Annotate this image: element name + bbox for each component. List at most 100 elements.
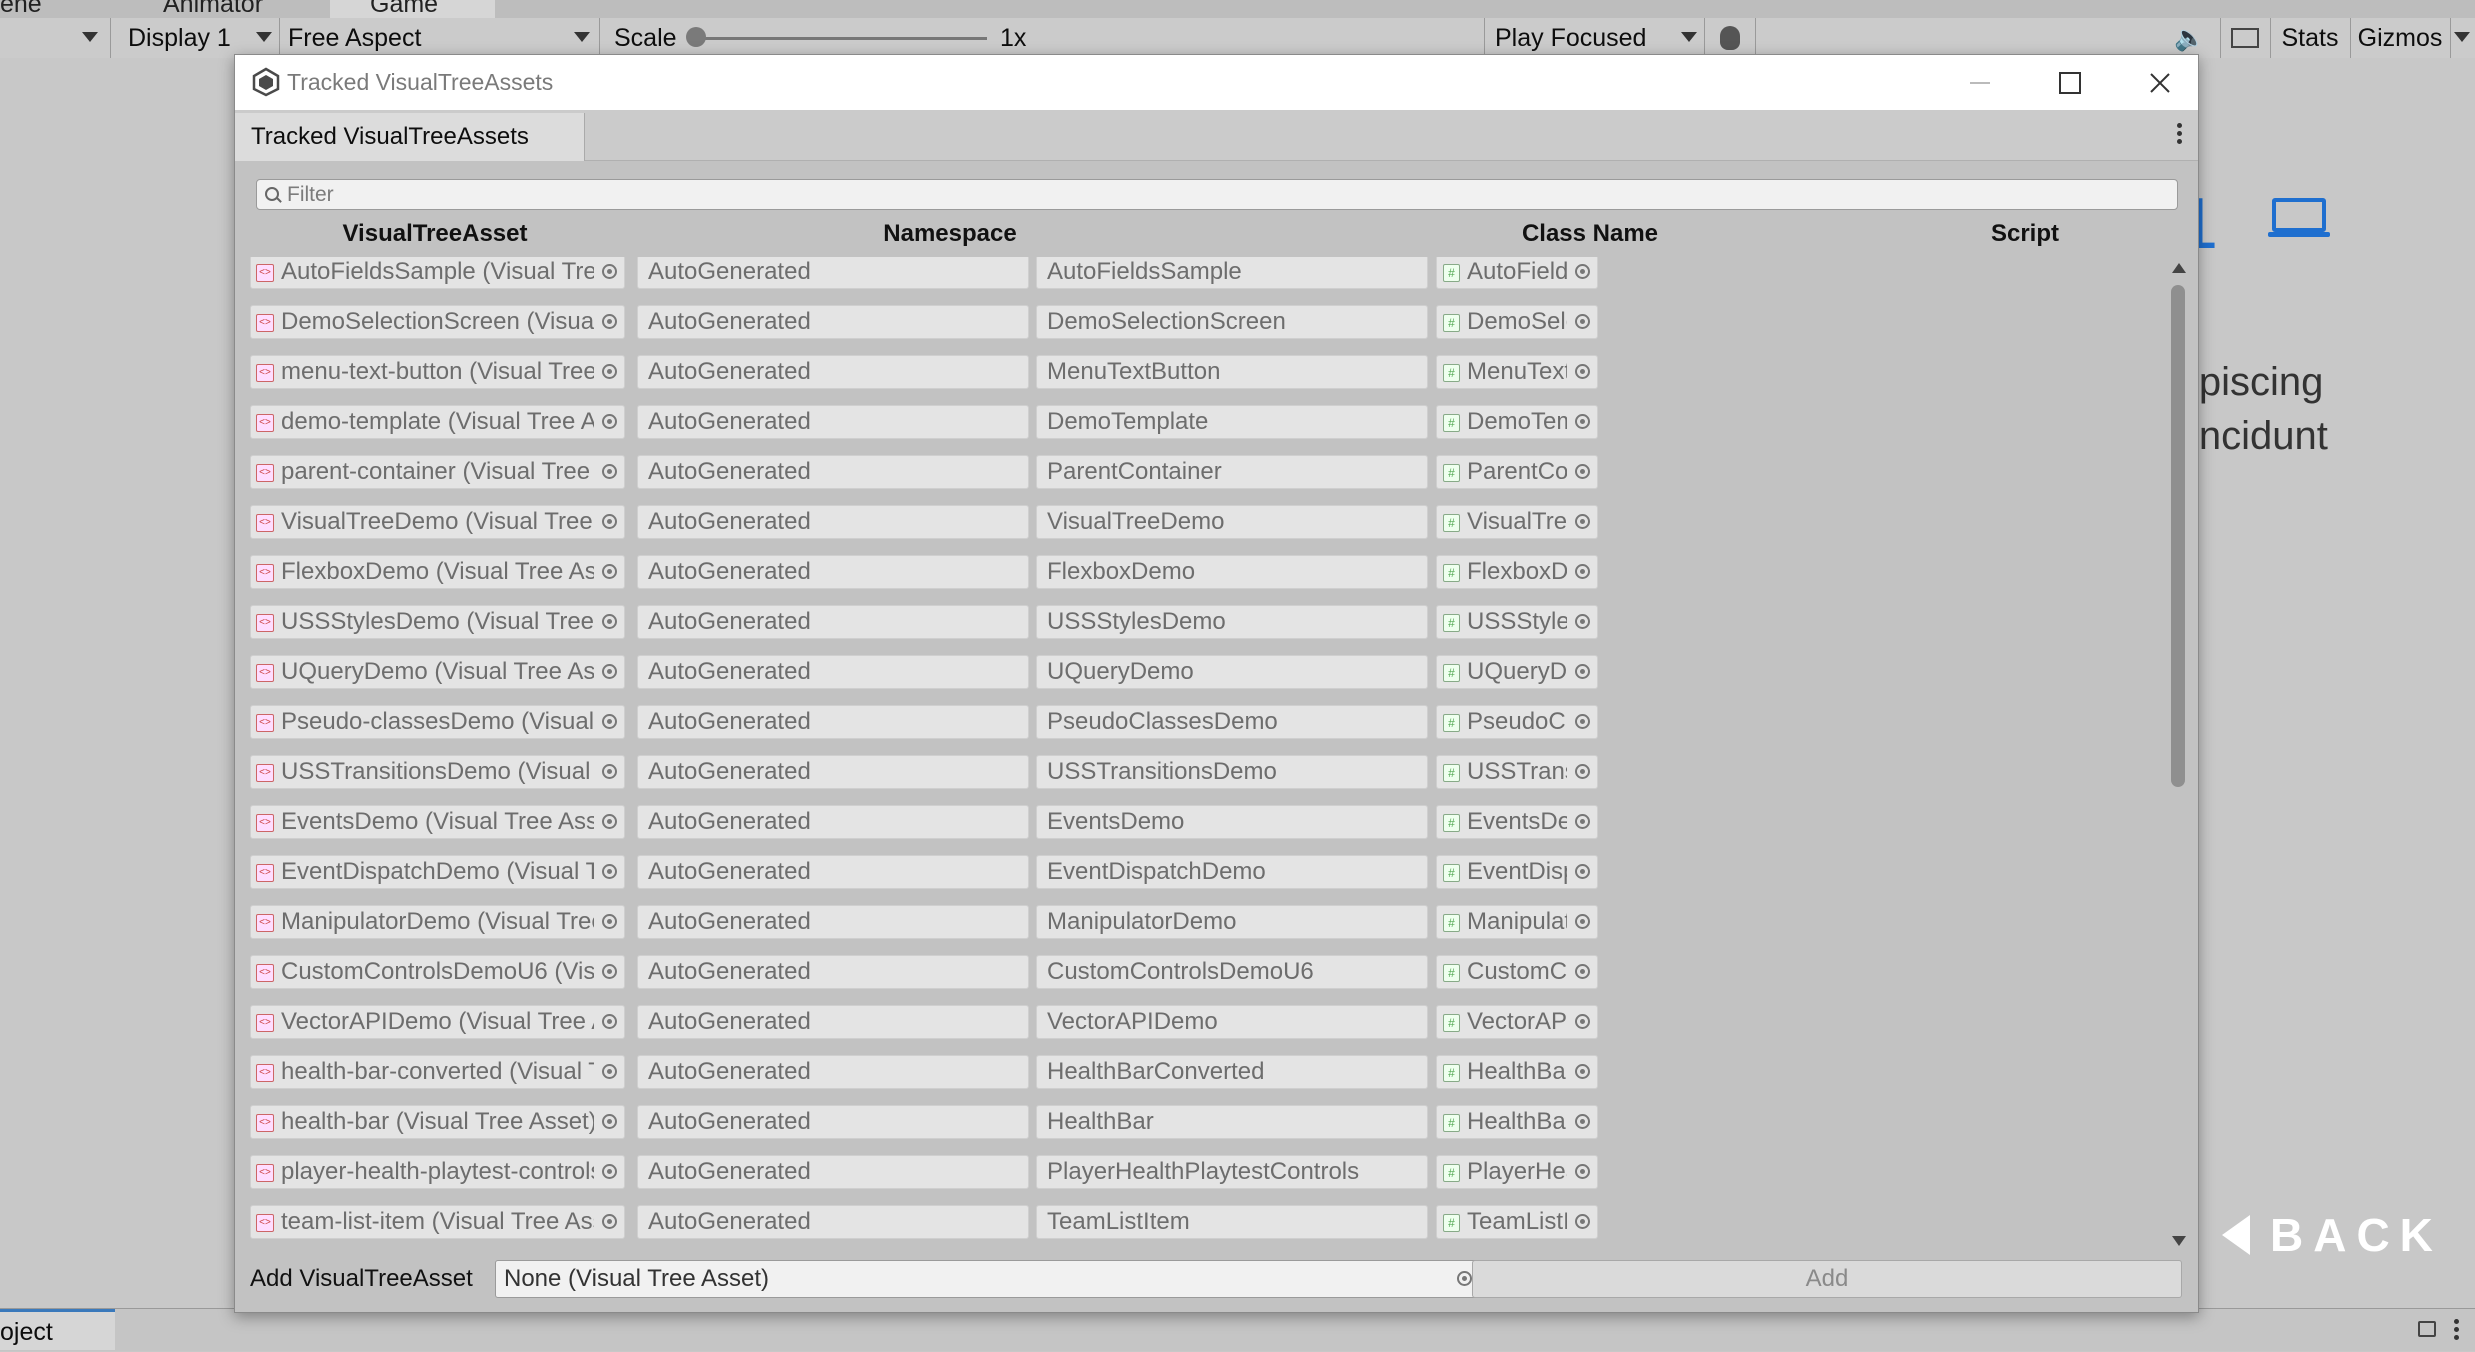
cell-asset[interactable]: <> Pseudo-classesDemo (Visual Tree Asset) — [250, 705, 625, 739]
cell-script[interactable]: # DemoSelectionScreen.gen — [1436, 305, 1598, 339]
cell-class-name[interactable]: UQueryDemo — [1036, 655, 1428, 689]
cell-namespace[interactable]: AutoGenerated — [637, 355, 1029, 389]
mute-audio-button[interactable]: 🔈 — [2160, 18, 2221, 58]
cell-namespace[interactable]: AutoGenerated — [637, 1155, 1029, 1189]
object-picker-icon[interactable] — [1575, 1014, 1590, 1029]
cell-script[interactable]: # DemoTemplate.gen — [1436, 405, 1598, 439]
cell-asset[interactable]: <> VectorAPIDemo (Visual Tree Asset) — [250, 1005, 625, 1039]
cell-script[interactable]: # VisualTreeDemo.gen — [1436, 505, 1598, 539]
cell-namespace[interactable]: AutoGenerated — [637, 455, 1029, 489]
cell-script[interactable]: # AutoFieldsSample.gen — [1436, 257, 1598, 289]
scroll-down-arrow-icon[interactable] — [2172, 1236, 2186, 1246]
object-picker-icon[interactable] — [1575, 314, 1590, 329]
cell-class-name[interactable]: TeamListItem — [1036, 1205, 1428, 1239]
add-visualtreeasset-field[interactable]: None (Visual Tree Asset) — [495, 1260, 1480, 1298]
lock-icon[interactable] — [2418, 1321, 2436, 1337]
cell-namespace[interactable]: AutoGenerated — [637, 305, 1029, 339]
display-dropdown[interactable]: Display 1 — [110, 18, 280, 58]
gizmos-button[interactable]: Gizmos — [2350, 18, 2451, 58]
cell-asset[interactable]: <> demo-template (Visual Tree Asset) — [250, 405, 625, 439]
object-picker-icon[interactable] — [1575, 464, 1590, 479]
cell-namespace[interactable]: AutoGenerated — [637, 1105, 1029, 1139]
cell-namespace[interactable]: AutoGenerated — [637, 1005, 1029, 1039]
cell-script[interactable]: # PlayerHealthPlaytestControls.gen — [1436, 1155, 1598, 1189]
cell-namespace[interactable]: AutoGenerated — [637, 905, 1029, 939]
play-mode-dropdown[interactable]: Play Focused — [1485, 18, 1705, 58]
cell-asset[interactable]: <> ManipulatorDemo (Visual Tree Asset) — [250, 905, 625, 939]
object-picker-icon[interactable] — [602, 264, 617, 279]
cell-asset[interactable]: <> health-bar-converted (Visual Tree Asse… — [250, 1055, 625, 1089]
cell-asset[interactable]: <> USSStylesDemo (Visual Tree Asset) — [250, 605, 625, 639]
object-picker-icon[interactable] — [1575, 264, 1590, 279]
cell-class-name[interactable]: EventsDemo — [1036, 805, 1428, 839]
object-picker-icon[interactable] — [1575, 1064, 1590, 1079]
cell-namespace[interactable]: AutoGenerated — [637, 1055, 1029, 1089]
object-picker-icon[interactable] — [1575, 514, 1590, 529]
cell-class-name[interactable]: USSStylesDemo — [1036, 605, 1428, 639]
object-picker-icon[interactable] — [1575, 964, 1590, 979]
cell-script[interactable]: # PseudoClassesDemo.gen — [1436, 705, 1598, 739]
object-picker-icon[interactable] — [602, 564, 617, 579]
scale-slider-handle[interactable] — [686, 27, 706, 47]
object-picker-icon[interactable] — [1575, 1164, 1590, 1179]
cell-script[interactable]: # USSStylesDemo.gen — [1436, 605, 1598, 639]
object-picker-icon[interactable] — [1575, 814, 1590, 829]
object-picker-icon[interactable] — [1575, 364, 1590, 379]
object-picker-icon[interactable] — [1575, 764, 1590, 779]
cell-namespace[interactable]: AutoGenerated — [637, 755, 1029, 789]
object-picker-icon[interactable] — [602, 1064, 617, 1079]
column-header-visualtreeasset[interactable]: VisualTreeAsset — [250, 220, 620, 248]
cell-asset[interactable]: <> VisualTreeDemo (Visual Tree Asset) — [250, 505, 625, 539]
cell-class-name[interactable]: HealthBar — [1036, 1105, 1428, 1139]
game-view-dropdown[interactable] — [0, 18, 111, 58]
object-picker-icon[interactable] — [602, 714, 617, 729]
scale-slider-track[interactable] — [695, 37, 987, 40]
cell-namespace[interactable]: AutoGenerated — [637, 605, 1029, 639]
cell-class-name[interactable]: MenuTextButton — [1036, 355, 1428, 389]
cell-asset[interactable]: <> EventDispatchDemo (Visual Tree Asset) — [250, 855, 625, 889]
kebab-menu-icon[interactable] — [2453, 1319, 2459, 1343]
object-picker-icon[interactable] — [1575, 714, 1590, 729]
cell-asset[interactable]: <> UQueryDemo (Visual Tree Asset) — [250, 655, 625, 689]
stats-button[interactable]: Stats — [2270, 18, 2351, 58]
cell-script[interactable]: # ManipulatorDemo.gen — [1436, 905, 1598, 939]
cell-script[interactable]: # USSTransitionsDemo.gen — [1436, 755, 1598, 789]
cell-script[interactable]: # UQueryDemo.gen — [1436, 655, 1598, 689]
maximize-button[interactable] — [2025, 55, 2115, 110]
cell-asset[interactable]: <> menu-text-button (Visual Tree Asset) — [250, 355, 625, 389]
back-button[interactable]: BACK — [2270, 1208, 2443, 1262]
cell-namespace[interactable]: AutoGenerated — [637, 655, 1029, 689]
scroll-up-arrow-icon[interactable] — [2172, 263, 2186, 273]
cell-asset[interactable]: <> USSTransitionsDemo (Visual Tree Asset) — [250, 755, 625, 789]
object-picker-icon[interactable] — [602, 664, 617, 679]
cell-script[interactable]: # HealthBar.gen — [1436, 1105, 1598, 1139]
cell-namespace[interactable]: AutoGenerated — [637, 955, 1029, 989]
cell-asset[interactable]: <> DemoSelectionScreen (Visual Tree Asset… — [250, 305, 625, 339]
cell-asset[interactable]: <> AutoFieldsSample (Visual Tree Asset) — [250, 257, 625, 289]
kebab-menu-icon[interactable] — [2176, 123, 2184, 147]
cell-script[interactable]: # HealthBarConverted.gen — [1436, 1055, 1598, 1089]
cell-namespace[interactable]: AutoGenerated — [637, 505, 1029, 539]
cell-namespace[interactable]: AutoGenerated — [637, 405, 1029, 439]
cell-script[interactable]: # MenuTextButton.gen — [1436, 355, 1598, 389]
scrollbar-thumb[interactable] — [2171, 285, 2185, 787]
object-picker-icon[interactable] — [602, 514, 617, 529]
object-picker-icon[interactable] — [1575, 614, 1590, 629]
tab-tracked-visualtreeassets[interactable]: Tracked VisualTreeAssets — [235, 113, 585, 161]
object-picker-icon[interactable] — [1575, 1114, 1590, 1129]
cell-namespace[interactable]: AutoGenerated — [637, 855, 1029, 889]
cell-script[interactable]: # VectorAPIDemo.gen — [1436, 1005, 1598, 1039]
cell-class-name[interactable]: HealthBarConverted — [1036, 1055, 1428, 1089]
cell-class-name[interactable]: PlayerHealthPlaytestControls — [1036, 1155, 1428, 1189]
stats-keyboard-button[interactable] — [2220, 18, 2271, 58]
object-picker-icon[interactable] — [602, 464, 617, 479]
cell-class-name[interactable]: ManipulatorDemo — [1036, 905, 1428, 939]
cell-class-name[interactable]: DemoSelectionScreen — [1036, 305, 1428, 339]
filter-input[interactable]: Filter — [256, 179, 2178, 210]
tab-project[interactable]: oject — [0, 1309, 115, 1350]
add-button[interactable]: Add — [1472, 1260, 2182, 1298]
column-header-namespace[interactable]: Namespace — [635, 220, 1265, 248]
object-picker-icon[interactable] — [602, 364, 617, 379]
tab-game[interactable]: Game — [330, 0, 495, 18]
object-picker-icon[interactable] — [1575, 914, 1590, 929]
